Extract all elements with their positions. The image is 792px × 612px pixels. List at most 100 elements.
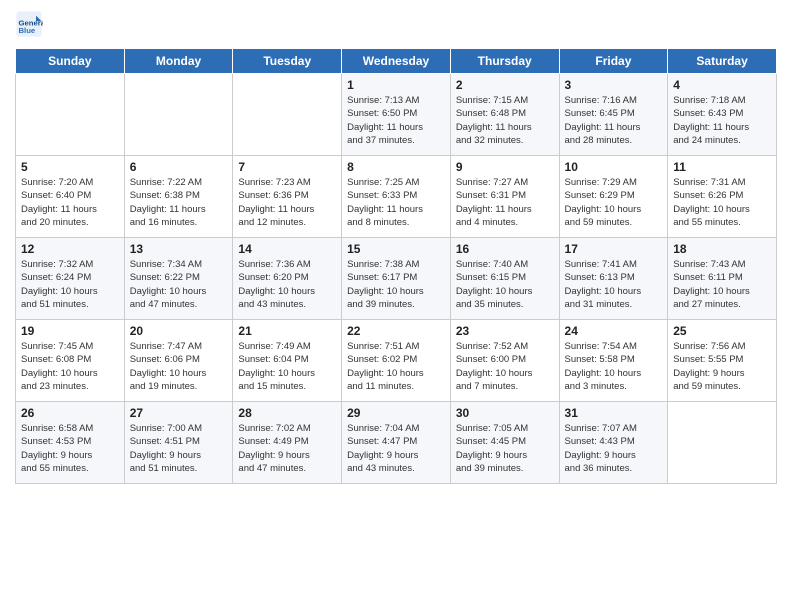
calendar-cell: 17 Sunrise: 7:41 AM Sunset: 6:13 PM Dayli… <box>559 238 668 320</box>
logo-icon: General Blue <box>15 10 43 38</box>
calendar-cell: 30 Sunrise: 7:05 AM Sunset: 4:45 PM Dayli… <box>450 402 559 484</box>
calendar-cell: 27 Sunrise: 7:00 AM Sunset: 4:51 PM Dayli… <box>124 402 233 484</box>
calendar-cell: 1 Sunrise: 7:13 AM Sunset: 6:50 PM Daylig… <box>342 74 451 156</box>
cell-content: Sunrise: 7:15 AM Sunset: 6:48 PM Dayligh… <box>456 94 554 147</box>
cell-content: Sunrise: 7:49 AM Sunset: 6:04 PM Dayligh… <box>238 340 336 393</box>
day-number: 2 <box>456 78 554 92</box>
day-number: 21 <box>238 324 336 338</box>
calendar-cell: 10 Sunrise: 7:29 AM Sunset: 6:29 PM Dayli… <box>559 156 668 238</box>
cell-content: Sunrise: 7:40 AM Sunset: 6:15 PM Dayligh… <box>456 258 554 311</box>
calendar-cell: 11 Sunrise: 7:31 AM Sunset: 6:26 PM Dayli… <box>668 156 777 238</box>
calendar-cell: 14 Sunrise: 7:36 AM Sunset: 6:20 PM Dayli… <box>233 238 342 320</box>
day-number: 29 <box>347 406 445 420</box>
calendar-cell: 23 Sunrise: 7:52 AM Sunset: 6:00 PM Dayli… <box>450 320 559 402</box>
day-number: 16 <box>456 242 554 256</box>
day-header-sunday: Sunday <box>16 49 125 74</box>
calendar-cell <box>233 74 342 156</box>
calendar-cell: 8 Sunrise: 7:25 AM Sunset: 6:33 PM Daylig… <box>342 156 451 238</box>
cell-content: Sunrise: 7:34 AM Sunset: 6:22 PM Dayligh… <box>130 258 228 311</box>
day-number: 1 <box>347 78 445 92</box>
day-header-tuesday: Tuesday <box>233 49 342 74</box>
calendar-cell <box>16 74 125 156</box>
calendar-cell <box>668 402 777 484</box>
cell-content: Sunrise: 7:31 AM Sunset: 6:26 PM Dayligh… <box>673 176 771 229</box>
calendar-cell: 19 Sunrise: 7:45 AM Sunset: 6:08 PM Dayli… <box>16 320 125 402</box>
cell-content: Sunrise: 7:47 AM Sunset: 6:06 PM Dayligh… <box>130 340 228 393</box>
cell-content: Sunrise: 7:43 AM Sunset: 6:11 PM Dayligh… <box>673 258 771 311</box>
cell-content: Sunrise: 7:25 AM Sunset: 6:33 PM Dayligh… <box>347 176 445 229</box>
calendar-cell: 4 Sunrise: 7:18 AM Sunset: 6:43 PM Daylig… <box>668 74 777 156</box>
cell-content: Sunrise: 7:54 AM Sunset: 5:58 PM Dayligh… <box>565 340 663 393</box>
calendar-cell: 29 Sunrise: 7:04 AM Sunset: 4:47 PM Dayli… <box>342 402 451 484</box>
cell-content: Sunrise: 7:05 AM Sunset: 4:45 PM Dayligh… <box>456 422 554 475</box>
calendar-cell: 18 Sunrise: 7:43 AM Sunset: 6:11 PM Dayli… <box>668 238 777 320</box>
day-number: 7 <box>238 160 336 174</box>
cell-content: Sunrise: 7:18 AM Sunset: 6:43 PM Dayligh… <box>673 94 771 147</box>
day-number: 31 <box>565 406 663 420</box>
day-number: 13 <box>130 242 228 256</box>
cell-content: Sunrise: 7:41 AM Sunset: 6:13 PM Dayligh… <box>565 258 663 311</box>
day-number: 27 <box>130 406 228 420</box>
day-number: 26 <box>21 406 119 420</box>
calendar-cell: 31 Sunrise: 7:07 AM Sunset: 4:43 PM Dayli… <box>559 402 668 484</box>
day-number: 25 <box>673 324 771 338</box>
cell-content: Sunrise: 7:22 AM Sunset: 6:38 PM Dayligh… <box>130 176 228 229</box>
day-number: 14 <box>238 242 336 256</box>
calendar-cell: 15 Sunrise: 7:38 AM Sunset: 6:17 PM Dayli… <box>342 238 451 320</box>
cell-content: Sunrise: 7:36 AM Sunset: 6:20 PM Dayligh… <box>238 258 336 311</box>
calendar-cell: 13 Sunrise: 7:34 AM Sunset: 6:22 PM Dayli… <box>124 238 233 320</box>
cell-content: Sunrise: 7:32 AM Sunset: 6:24 PM Dayligh… <box>21 258 119 311</box>
cell-content: Sunrise: 7:20 AM Sunset: 6:40 PM Dayligh… <box>21 176 119 229</box>
day-number: 17 <box>565 242 663 256</box>
day-number: 22 <box>347 324 445 338</box>
day-number: 10 <box>565 160 663 174</box>
svg-text:Blue: Blue <box>19 26 36 35</box>
day-number: 24 <box>565 324 663 338</box>
calendar-cell: 9Sunrise: 7:27 AM Sunset: 6:31 PM Daylig… <box>450 156 559 238</box>
day-number: 11 <box>673 160 771 174</box>
cell-content: Sunrise: 7:51 AM Sunset: 6:02 PM Dayligh… <box>347 340 445 393</box>
cell-content: Sunrise: 7:04 AM Sunset: 4:47 PM Dayligh… <box>347 422 445 475</box>
day-number: 20 <box>130 324 228 338</box>
calendar-cell <box>124 74 233 156</box>
day-header-wednesday: Wednesday <box>342 49 451 74</box>
calendar-cell: 24 Sunrise: 7:54 AM Sunset: 5:58 PM Dayli… <box>559 320 668 402</box>
logo: General Blue <box>15 10 47 38</box>
calendar-cell: 22 Sunrise: 7:51 AM Sunset: 6:02 PM Dayli… <box>342 320 451 402</box>
day-number: 23 <box>456 324 554 338</box>
calendar-cell: 20 Sunrise: 7:47 AM Sunset: 6:06 PM Dayli… <box>124 320 233 402</box>
cell-content: Sunrise: 7:52 AM Sunset: 6:00 PM Dayligh… <box>456 340 554 393</box>
day-header-monday: Monday <box>124 49 233 74</box>
cell-content: Sunrise: 7:13 AM Sunset: 6:50 PM Dayligh… <box>347 94 445 147</box>
day-number: 12 <box>21 242 119 256</box>
calendar-cell: 12 Sunrise: 7:32 AM Sunset: 6:24 PM Dayli… <box>16 238 125 320</box>
day-number: 18 <box>673 242 771 256</box>
cell-content: Sunrise: 7:27 AM Sunset: 6:31 PM Dayligh… <box>456 176 554 229</box>
day-number: 30 <box>456 406 554 420</box>
cell-content: Sunrise: 7:29 AM Sunset: 6:29 PM Dayligh… <box>565 176 663 229</box>
day-header-thursday: Thursday <box>450 49 559 74</box>
calendar-cell: 7 Sunrise: 7:23 AM Sunset: 6:36 PM Daylig… <box>233 156 342 238</box>
calendar-cell: 25Sunrise: 7:56 AM Sunset: 5:55 PM Dayli… <box>668 320 777 402</box>
cell-content: Sunrise: 7:45 AM Sunset: 6:08 PM Dayligh… <box>21 340 119 393</box>
cell-content: Sunrise: 6:58 AM Sunset: 4:53 PM Dayligh… <box>21 422 119 475</box>
day-number: 6 <box>130 160 228 174</box>
day-number: 4 <box>673 78 771 92</box>
calendar-cell: 28Sunrise: 7:02 AM Sunset: 4:49 PM Dayli… <box>233 402 342 484</box>
calendar-cell: 3Sunrise: 7:16 AM Sunset: 6:45 PM Daylig… <box>559 74 668 156</box>
cell-content: Sunrise: 7:02 AM Sunset: 4:49 PM Dayligh… <box>238 422 336 475</box>
day-number: 15 <box>347 242 445 256</box>
day-header-friday: Friday <box>559 49 668 74</box>
day-number: 5 <box>21 160 119 174</box>
day-number: 3 <box>565 78 663 92</box>
calendar-cell: 6 Sunrise: 7:22 AM Sunset: 6:38 PM Daylig… <box>124 156 233 238</box>
cell-content: Sunrise: 7:38 AM Sunset: 6:17 PM Dayligh… <box>347 258 445 311</box>
calendar-table: SundayMondayTuesdayWednesdayThursdayFrid… <box>15 48 777 484</box>
cell-content: Sunrise: 7:23 AM Sunset: 6:36 PM Dayligh… <box>238 176 336 229</box>
calendar-cell: 26 Sunrise: 6:58 AM Sunset: 4:53 PM Dayli… <box>16 402 125 484</box>
calendar-cell: 5 Sunrise: 7:20 AM Sunset: 6:40 PM Daylig… <box>16 156 125 238</box>
day-number: 19 <box>21 324 119 338</box>
cell-content: Sunrise: 7:00 AM Sunset: 4:51 PM Dayligh… <box>130 422 228 475</box>
day-number: 8 <box>347 160 445 174</box>
cell-content: Sunrise: 7:07 AM Sunset: 4:43 PM Dayligh… <box>565 422 663 475</box>
